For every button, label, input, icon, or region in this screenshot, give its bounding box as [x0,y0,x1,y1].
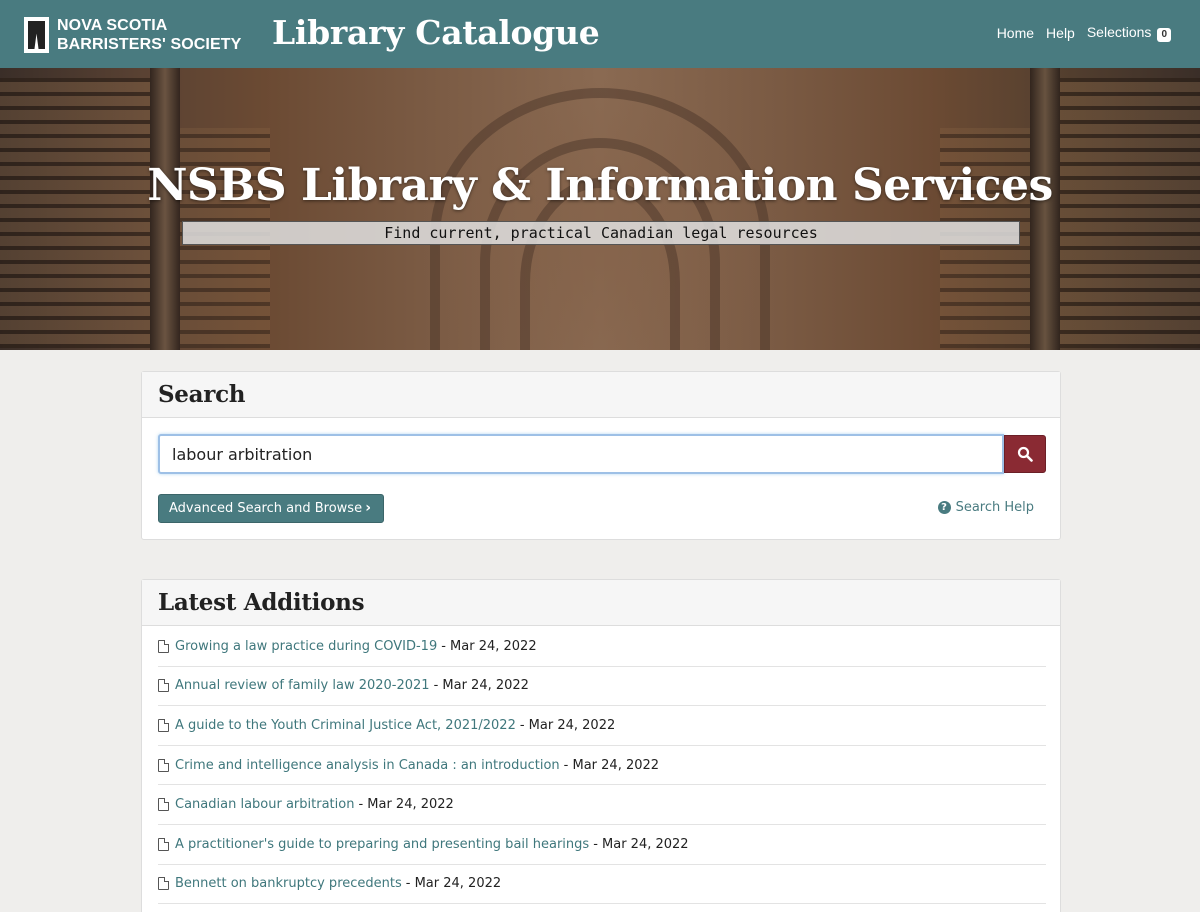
nav-selections-link[interactable]: Selections 0 [1087,24,1171,42]
item-date: - Mar 24, 2022 [433,678,529,694]
list-item: Canadian labour arbitration - Mar 24, 20… [158,785,1046,825]
list-item: Crime and intelligence analysis in Canad… [158,746,1046,786]
logo-text: NOVA SCOTIA BARRISTERS' SOCIETY [57,16,241,54]
latest-additions-heading: Latest Additions [158,589,365,616]
chevron-right-icon: › [365,500,371,516]
document-icon [158,877,169,891]
item-date: - Mar 24, 2022 [358,797,454,813]
item-title-link[interactable]: Annual review of family law 2020-2021 [175,678,430,693]
list-item: Bennett on bankruptcy precedents - Mar 2… [158,865,1046,905]
document-icon [158,837,169,851]
latest-additions-header: Latest Additions [142,580,1060,626]
item-title-link[interactable]: A guide to the Youth Criminal Justice Ac… [175,718,516,733]
nav-home-link[interactable]: Home [997,25,1034,41]
search-bar [158,434,1046,474]
list-item: A guide to the Youth Criminal Justice Ac… [158,706,1046,746]
nav-selections-label: Selections [1086,24,1152,40]
document-icon [158,798,169,812]
item-date: - Mar 24, 2022 [405,876,502,892]
document-icon [158,718,169,732]
latest-additions-panel: Latest Additions Growing a law practice … [141,579,1061,912]
latest-additions-list: Growing a law practice during COVID-19 -… [158,627,1046,905]
search-button[interactable] [1004,435,1046,473]
hero-subtitle: Find current, practical Canadian legal r… [182,221,1020,245]
logo-line-2: BARRISTERS' SOCIETY [57,36,242,53]
document-icon [158,758,169,772]
list-item: Annual review of family law 2020-2021 - … [158,667,1046,707]
search-input[interactable] [158,434,1004,474]
society-logo[interactable]: NOVA SCOTIA BARRISTERS' SOCIETY [24,16,241,54]
list-item: A practitioner's guide to preparing and … [158,825,1046,865]
search-panel-header: Search [142,372,1060,418]
advanced-search-label: Advanced Search and Browse [169,501,363,516]
hero-banner: NSBS Library & Information Services Find… [0,68,1200,350]
nav-help-link[interactable]: Help [1046,25,1075,41]
item-title-link[interactable]: Bennett on bankruptcy precedents [175,876,402,891]
item-title-link[interactable]: Canadian labour arbitration [175,797,354,812]
search-heading: Search [158,381,246,408]
magnifier-icon [1017,446,1033,462]
item-date: - Mar 24, 2022 [563,757,660,773]
search-help-label: Search Help [955,500,1034,515]
bookshelf-right [1060,78,1200,348]
advanced-search-button[interactable]: Advanced Search and Browse › [158,494,384,523]
item-title-link[interactable]: A practitioner's guide to preparing and … [175,837,589,852]
question-circle-icon: ? [937,501,951,514]
document-icon [158,639,169,653]
app-title[interactable]: Library Catalogue [272,13,600,52]
search-help-link[interactable]: ? Search Help [937,500,1034,515]
item-title-link[interactable]: Growing a law practice during COVID-19 [175,639,437,654]
document-icon [158,679,169,693]
hero-title: NSBS Library & Information Services [147,160,1053,211]
search-panel: Search Advanced Search and Browse › ? Se… [141,371,1061,540]
top-navbar: NOVA SCOTIA BARRISTERS' SOCIETY Library … [0,0,1200,68]
item-date: - Mar 24, 2022 [593,836,689,852]
list-item: Growing a law practice during COVID-19 -… [158,627,1046,667]
item-title-link[interactable]: Crime and intelligence analysis in Canad… [175,758,560,773]
logo-line-1: NOVA SCOTIA [57,17,168,34]
main-nav: Home Help Selections 0 [985,24,1171,42]
gown-logo-icon [24,17,49,53]
selections-count-badge: 0 [1157,28,1171,42]
item-date: - Mar 24, 2022 [441,638,537,654]
item-date: - Mar 24, 2022 [519,717,616,733]
bookshelf-left [0,78,150,348]
